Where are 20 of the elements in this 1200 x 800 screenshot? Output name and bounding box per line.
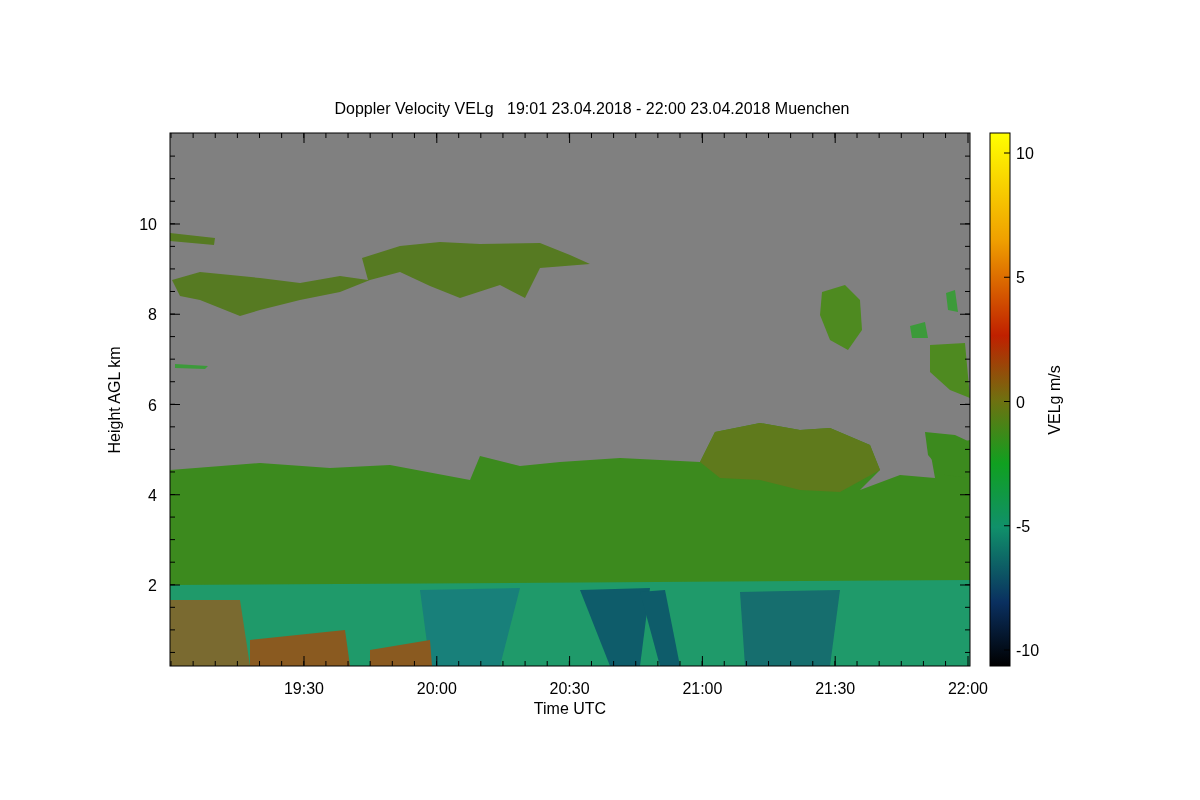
- x-tick-label: 20:30: [549, 680, 590, 697]
- x-tick-label: 21:00: [682, 680, 723, 697]
- colorbar-tick-label: 10: [1016, 145, 1034, 162]
- x-tick-label: 22:00: [948, 680, 988, 697]
- y-tick-label: 10: [139, 216, 157, 233]
- y-tick-label: 8: [148, 306, 157, 324]
- colorbar-label: VELg m/s: [1046, 365, 1063, 435]
- x-tick-label: 21:30: [815, 680, 856, 697]
- x-tick-label: 19:30: [284, 680, 324, 697]
- y-axis-label: Height AGL km: [106, 346, 123, 454]
- y-tick-label: 6: [148, 396, 157, 414]
- colorbar-tick-label: -10: [1016, 642, 1040, 659]
- y-tick-label: 4: [148, 486, 157, 504]
- colorbar-tick-label: 5: [1016, 269, 1025, 287]
- y-tick-label: 2: [148, 577, 157, 594]
- chart-title: Doppler Velocity VELg 19:01 23.04.2018 - 22:00 23.04.2018 Muenchen: [334, 100, 850, 117]
- colorbar-tick-label: -5: [1016, 517, 1031, 535]
- x-axis-label: Time UTC: [533, 700, 607, 717]
- colorbar-tick-label: 0: [1016, 393, 1025, 411]
- x-tick-label: 20:00: [416, 680, 457, 697]
